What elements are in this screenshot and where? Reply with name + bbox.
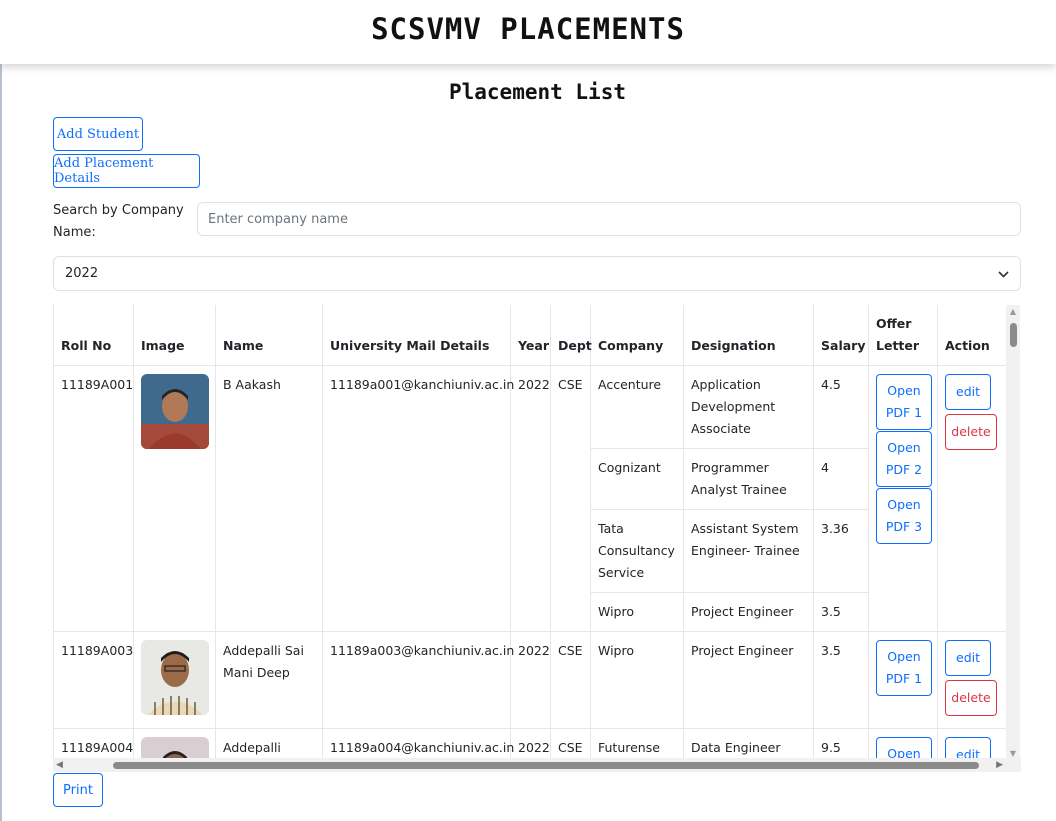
table-header-row: Roll No Image Name University Mail Detai… (53, 305, 1009, 366)
col-header-company: Company (590, 305, 684, 366)
salary-cell: 9.5 (813, 728, 869, 760)
year-cell: 2022 (510, 631, 551, 729)
name-cell: B Aakash (215, 365, 323, 632)
name-cell: Addepalli Sai Mani Deep (215, 631, 323, 729)
action-cell: edit delete (937, 365, 1009, 632)
page-title: Placement List (448, 80, 626, 104)
col-header-mail: University Mail Details (322, 305, 511, 366)
placement-table: Roll No Image Name University Mail Detai… (53, 305, 1009, 760)
company-cell: Accenture (590, 365, 684, 449)
image-cell (133, 728, 216, 760)
year-select[interactable]: 2022 (53, 256, 1021, 291)
vertical-scroll-thumb[interactable] (1010, 323, 1017, 347)
company-cell: Wipro (590, 631, 684, 729)
roll-cell: 11189A003 (53, 631, 134, 729)
salary-cell: 4 (813, 448, 869, 510)
offer-letter-cell: Open PDF 1 Open PDF 2 Open PDF 3 (868, 365, 938, 632)
arrow-down-icon[interactable]: ▼ (1006, 749, 1020, 758)
table-horizontal-scrollbar[interactable]: ◀ ▶ (53, 758, 1021, 772)
year-cell: 2022 (510, 365, 551, 632)
col-header-offer-letter: Offer Letter (868, 305, 938, 366)
salary-cell: 3.5 (813, 631, 869, 729)
year-cell: 2022 (510, 728, 551, 760)
open-pdf-button[interactable]: Open PDF (876, 737, 932, 760)
student-photo (141, 737, 209, 760)
edit-button[interactable]: edit (945, 640, 991, 676)
dept-cell: CSE (550, 631, 591, 729)
action-cell: edit delete (937, 728, 1009, 760)
top-navbar: SCSVMV PLACEMENTS (0, 0, 1056, 64)
delete-button[interactable]: delete (945, 414, 997, 450)
add-student-button[interactable]: Add Student (53, 117, 143, 151)
open-pdf-button[interactable]: Open PDF 2 (876, 431, 932, 487)
roll-cell: 11189A004 (53, 728, 134, 760)
table-row: 11189A003 Addepalli Sai Mani Deep 11189a… (53, 631, 1009, 729)
designation-cell: Assistant System Engineer- Trainee (683, 509, 814, 593)
mail-cell: 11189a004@kanchiuniv.ac.in (322, 728, 514, 760)
delete-button[interactable]: delete (945, 680, 997, 716)
col-header-designation: Designation (683, 305, 814, 366)
print-button[interactable]: Print (53, 773, 103, 807)
col-header-roll: Roll No (53, 305, 134, 366)
arrow-right-icon[interactable]: ▶ (996, 758, 1003, 772)
salary-cell: 4.5 (813, 365, 869, 449)
designation-cell: Application Development Associate (683, 365, 814, 449)
salary-cell: 3.36 (813, 509, 869, 593)
arrow-left-icon[interactable]: ◀ (56, 758, 63, 772)
designation-cell: Programmer Analyst Trainee (683, 448, 814, 510)
dept-cell: CSE (550, 365, 591, 632)
dept-cell: CSE (550, 728, 591, 760)
add-placement-details-button[interactable]: Add Placement Details (53, 154, 200, 188)
company-search-input[interactable] (197, 202, 1021, 236)
table-vertical-scrollbar[interactable]: ▲ ▼ (1006, 305, 1020, 760)
mail-cell: 11189a003@kanchiuniv.ac.in (322, 631, 514, 729)
action-cell: edit delete (937, 631, 1009, 729)
roll-cell: 11189A001 (53, 365, 134, 632)
col-header-name: Name (215, 305, 323, 366)
company-cell: Wipro (590, 592, 684, 632)
company-cell: Futurense Technologies (590, 728, 684, 760)
table-row: 11189A004 Addepalli Venkata Sai 11189a00… (53, 728, 1009, 760)
chevron-down-icon (998, 267, 1009, 281)
col-header-action: Action (937, 305, 1009, 366)
edit-button[interactable]: edit (945, 374, 991, 410)
offer-letter-cell: Open PDF 1 (868, 631, 938, 729)
edit-button[interactable]: edit (945, 737, 991, 760)
image-cell (133, 365, 216, 632)
col-header-image: Image (133, 305, 216, 366)
app-title: SCSVMV PLACEMENTS (371, 12, 685, 46)
name-cell: Addepalli Venkata Sai (215, 728, 323, 760)
col-header-year: Year (510, 305, 551, 366)
open-pdf-button[interactable]: Open PDF 1 (876, 374, 932, 430)
placement-table-container: Roll No Image Name University Mail Detai… (53, 305, 1021, 760)
table-row: 11189A001 B Aakash 11189a001@kanchiuniv.… (53, 365, 1009, 632)
designation-cell: Project Engineer (683, 592, 814, 632)
student-photo (141, 374, 209, 449)
horizontal-scroll-thumb[interactable] (113, 762, 979, 769)
designation-cell: Project Engineer (683, 631, 814, 729)
offer-letter-cell: Open PDF (868, 728, 938, 760)
image-cell (133, 631, 216, 729)
mail-cell: 11189a001@kanchiuniv.ac.in (322, 365, 514, 632)
arrow-up-icon[interactable]: ▲ (1006, 307, 1020, 316)
open-pdf-button[interactable]: Open PDF 3 (876, 488, 932, 544)
search-label: Search by Company Name: (53, 203, 184, 240)
col-header-dept: Dept (550, 305, 592, 366)
salary-cell: 3.5 (813, 592, 869, 632)
left-border (0, 0, 2, 821)
company-cell: Tata Consultancy Service (590, 509, 684, 593)
open-pdf-button[interactable]: Open PDF 1 (876, 640, 932, 696)
year-select-value: 2022 (65, 266, 99, 281)
col-header-salary: Salary (813, 305, 869, 366)
designation-cell: Data Engineer (683, 728, 814, 760)
student-photo (141, 640, 209, 715)
company-cell: Cognizant (590, 448, 684, 510)
